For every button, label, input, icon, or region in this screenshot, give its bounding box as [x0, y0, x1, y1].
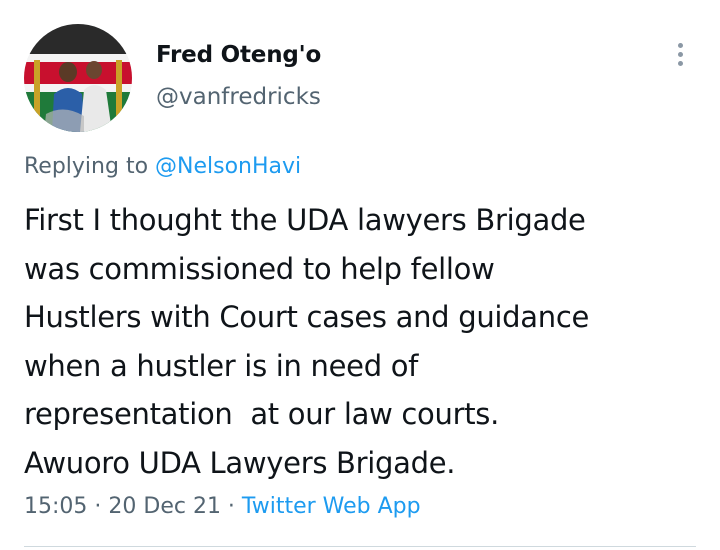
- replying-to-mention-link[interactable]: @NelsonHavi: [155, 154, 301, 179]
- replying-to: Replying to @NelsonHavi: [24, 154, 301, 179]
- tweet-text: First I thought the UDA lawyers Brigade …: [24, 203, 590, 480]
- author-display-name[interactable]: Fred Oteng'o: [156, 42, 321, 68]
- tweet: Fred Oteng'o @vanfredricks Replying to @…: [0, 0, 720, 550]
- avatar[interactable]: [24, 24, 132, 132]
- tweet-time[interactable]: 15:05: [24, 494, 87, 519]
- meta-separator: ·: [220, 494, 242, 519]
- divider: [24, 546, 696, 547]
- vertical-ellipsis-icon: [677, 43, 683, 48]
- avatar-photo-icon: [24, 24, 132, 132]
- replying-to-label: Replying to: [24, 154, 156, 179]
- tweet-date[interactable]: 20 Dec 21: [108, 494, 221, 519]
- tweet-source-link[interactable]: Twitter Web App: [242, 494, 421, 519]
- author-handle[interactable]: @vanfredricks: [156, 84, 321, 110]
- tweet-metadata: 15:05 · 20 Dec 21 · Twitter Web App: [24, 494, 421, 519]
- meta-separator: ·: [87, 494, 109, 519]
- more-options-button[interactable]: [668, 40, 692, 72]
